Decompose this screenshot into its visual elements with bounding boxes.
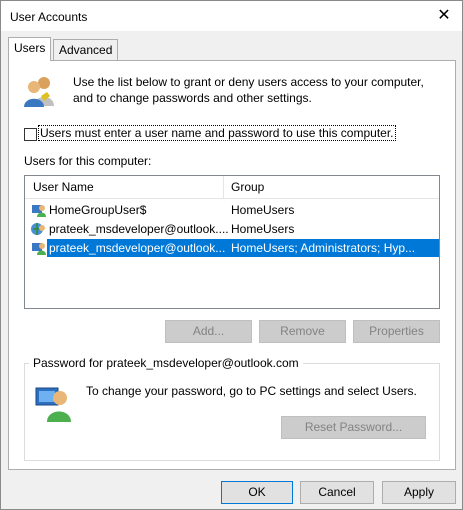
users-icon bbox=[24, 77, 54, 107]
reset-password-button[interactable]: Reset Password... bbox=[281, 416, 426, 439]
user-icon bbox=[32, 205, 46, 217]
user-password-icon bbox=[35, 387, 71, 422]
group-cell: HomeUsers; Administrators; Hyp... bbox=[225, 239, 439, 257]
user-name-cell: HomeGroupUser$ bbox=[49, 203, 147, 217]
user-icon bbox=[32, 243, 46, 255]
user-accounts-dialog: User Accounts ✕ Users Advanced Use the l… bbox=[0, 0, 463, 510]
remove-button[interactable]: Remove bbox=[259, 320, 346, 343]
user-globe-icon bbox=[31, 223, 45, 235]
ok-button[interactable]: OK bbox=[221, 481, 293, 504]
must-login-checkbox[interactable] bbox=[24, 128, 37, 141]
title-bar: User Accounts ✕ bbox=[1, 1, 462, 31]
properties-button[interactable]: Properties bbox=[353, 320, 440, 343]
user-name-cell: prateek_msdeveloper@outlook.... bbox=[49, 222, 229, 236]
column-divider[interactable] bbox=[223, 176, 224, 198]
password-group-title: Password for prateek_msdeveloper@outlook… bbox=[29, 356, 303, 370]
close-icon[interactable]: ✕ bbox=[434, 6, 454, 26]
users-list[interactable]: User Name Group HomeGroupUser$ HomeUsers… bbox=[24, 175, 440, 309]
cancel-button[interactable]: Cancel bbox=[300, 481, 374, 504]
list-item[interactable]: HomeGroupUser$ HomeUsers bbox=[25, 201, 439, 220]
add-button[interactable]: Add... bbox=[165, 320, 252, 343]
list-item[interactable]: prateek_msdeveloper@outlook.... HomeUser… bbox=[25, 238, 439, 258]
group-cell: HomeUsers bbox=[231, 203, 295, 217]
window-title: User Accounts bbox=[10, 10, 88, 24]
password-instructions: To change your password, go to PC settin… bbox=[86, 384, 417, 398]
password-groupbox bbox=[24, 363, 440, 461]
tab-users[interactable]: Users bbox=[8, 37, 52, 61]
group-cell: HomeUsers bbox=[231, 222, 295, 236]
column-header-user-name[interactable]: User Name bbox=[33, 180, 94, 194]
user-name-cell: prateek_msdeveloper@outlook.... bbox=[46, 238, 230, 258]
tab-advanced[interactable]: Advanced bbox=[53, 39, 119, 60]
apply-button[interactable]: Apply bbox=[382, 481, 456, 504]
list-item[interactable]: prateek_msdeveloper@outlook.... HomeUser… bbox=[25, 220, 439, 239]
users-list-caption: Users for this computer: bbox=[24, 154, 152, 168]
must-login-label[interactable]: Users must enter a user name and passwor… bbox=[38, 125, 396, 141]
column-header-group[interactable]: Group bbox=[231, 180, 264, 194]
intro-text: Use the list below to grant or deny user… bbox=[73, 75, 424, 105]
users-tab-panel: Use the list below to grant or deny user… bbox=[8, 60, 456, 470]
list-header: User Name Group bbox=[25, 176, 439, 199]
